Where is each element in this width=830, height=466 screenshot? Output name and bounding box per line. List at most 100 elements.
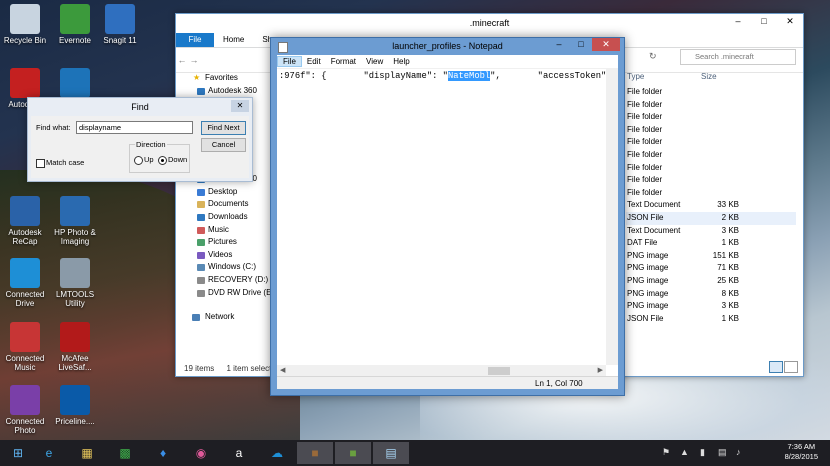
volume-icon[interactable]: ♪ [736,447,741,457]
desktop-icon[interactable]: Evernote [52,4,98,45]
desktop-icon[interactable]: HP Photo & Imaging [52,196,98,246]
file-row[interactable]: File folder [626,86,796,99]
amazon-icon[interactable]: a [221,442,257,464]
scroll-right-icon[interactable]: ▶ [598,366,603,374]
file-row[interactable]: PNG image 151 KB [626,250,796,263]
find-next-button[interactable]: Find Next [201,121,246,135]
notepad-window[interactable]: launcher_profiles - Notepad – □ ✕ File E… [270,37,625,396]
vertical-scrollbar[interactable] [606,68,618,365]
cloud-icon [197,87,205,95]
nav-item[interactable]: DVD RW Drive (E:) [176,287,276,300]
direction-up-radio[interactable] [134,156,143,165]
explorer-titlebar[interactable]: .minecraft – □ ✕ [176,14,803,33]
minecraft-icon[interactable]: ■ [335,442,371,464]
menu-edit[interactable]: Edit [302,57,326,66]
column-size[interactable]: Size [701,72,717,81]
desktop-icon[interactable]: Recycle Bin [2,4,48,45]
forward-arrow-icon[interactable]: → [188,55,200,65]
desktop-icon[interactable]: Priceline.... [52,385,98,426]
clock[interactable]: 7:36 AM 8/28/2015 [785,442,818,462]
file-row[interactable]: File folder [626,99,796,112]
file-row[interactable]: JSON File 2 KB [626,211,796,225]
nav-network[interactable]: Network [176,311,273,324]
nav-item[interactable]: Music [176,224,273,237]
text-editor[interactable]: :976f": { "displayName": "NateMobl", "ac… [277,68,606,365]
taskbar: ⊞ e ▦ ▩ ♦ ◉ a ☁ ■ ■ ▤ ⚑ ▲ ▮ ▤ ♪ 7:36 AM … [0,440,830,466]
desktop-icon[interactable]: Connected Photo [2,385,48,435]
close-button[interactable]: ✕ [777,14,803,30]
nav-item[interactable]: RECOVERY (D:) [176,274,273,287]
minecraft-launcher-icon[interactable]: ■ [297,442,333,464]
file-explorer-icon[interactable]: ▦ [69,442,105,464]
file-row[interactable]: PNG image 71 KB [626,262,796,275]
desktop-icon-label: Connected Drive [5,290,45,308]
photo-app-icon[interactable]: ◉ [183,442,219,464]
match-case-checkbox[interactable] [36,159,45,168]
file-row[interactable]: Text Document 3 KB [626,225,796,238]
search-input[interactable]: Search .minecraft [680,49,796,65]
large-icons-view-icon[interactable] [784,361,798,373]
file-row[interactable]: File folder [626,136,796,149]
notepad-minimize-button[interactable]: – [548,38,570,51]
minimize-button[interactable]: – [725,14,751,30]
cloud-app-icon[interactable]: ☁ [259,442,295,464]
desktop-icon[interactable]: Connected Drive [2,258,48,308]
tab-home[interactable]: Home [214,33,253,47]
file-row[interactable]: File folder [626,124,796,137]
tab-file[interactable]: File [176,33,214,47]
start-button[interactable]: ⊞ [3,442,33,464]
find-what-input[interactable]: displayname [76,121,193,134]
file-row[interactable]: File folder [626,187,796,200]
notepad-titlebar[interactable]: launcher_profiles - Notepad – □ ✕ [271,38,624,55]
notepad-maximize-button[interactable]: □ [570,38,592,51]
dropbox-icon[interactable]: ♦ [145,442,181,464]
nav-autodesk-360[interactable]: Autodesk 360 [176,85,273,98]
store-icon[interactable]: ▩ [107,442,143,464]
file-row[interactable]: PNG image 3 KB [626,300,796,313]
notepad-close-button[interactable]: ✕ [592,38,620,51]
refresh-icon[interactable]: ↻ [649,51,657,62]
direction-down-radio[interactable] [158,156,167,165]
file-row[interactable]: PNG image 8 KB [626,288,796,301]
file-row[interactable]: PNG image 25 KB [626,275,796,288]
nav-item[interactable]: Pictures [176,236,273,249]
network-tray-icon[interactable]: ▤ [718,447,727,458]
column-type[interactable]: Type [627,72,644,81]
find-close-button[interactable]: ✕ [231,100,249,112]
desktop-icon[interactable]: McAfee LiveSaf... [52,322,98,372]
nav-item[interactable]: Downloads [176,211,273,224]
menu-format[interactable]: Format [326,57,361,66]
nav-item[interactable]: Videos [176,249,273,262]
battery-icon[interactable]: ▮ [700,447,705,458]
file-row[interactable]: File folder [626,149,796,162]
desktop-icon[interactable]: Snagit 11 [97,4,143,45]
file-row[interactable]: JSON File 1 KB [626,313,796,326]
desktop-icon[interactable]: Autodesk ReCap [2,196,48,246]
nav-item[interactable]: Desktop [176,186,273,199]
desktop-icon[interactable]: Connected Music [2,322,48,372]
back-arrow-icon[interactable]: ← [176,55,188,65]
notepad-taskbar-icon[interactable]: ▤ [373,442,409,464]
internet-explorer-icon[interactable]: e [31,442,67,464]
scroll-thumb[interactable] [488,367,510,375]
details-view-icon[interactable] [769,361,783,373]
file-row[interactable]: File folder [626,111,796,124]
file-row[interactable]: File folder [626,174,796,187]
nav-item[interactable]: Documents [176,198,273,211]
menu-view[interactable]: View [361,57,388,66]
folder-icon [197,251,205,259]
scroll-left-icon[interactable]: ◀ [280,366,285,374]
file-row[interactable]: DAT File 1 KB [626,237,796,250]
notification-flag-icon[interactable]: ⚑ [662,447,670,458]
desktop-icon[interactable]: LMTOOLS Utility [52,258,98,308]
menu-help[interactable]: Help [388,57,414,66]
cancel-button[interactable]: Cancel [201,138,246,152]
file-row[interactable]: File folder [626,162,796,175]
tray-chevron-icon[interactable]: ▲ [680,447,689,457]
find-dialog[interactable]: Find ✕ Find what: displayname Find Next … [27,97,253,182]
file-row[interactable]: Text Document 33 KB [626,199,796,212]
nav-item[interactable]: Windows (C:) [176,261,273,274]
maximize-button[interactable]: □ [751,14,777,30]
menu-file[interactable]: File [277,56,302,67]
nav-favorites[interactable]: ★ Favorites [176,72,273,85]
